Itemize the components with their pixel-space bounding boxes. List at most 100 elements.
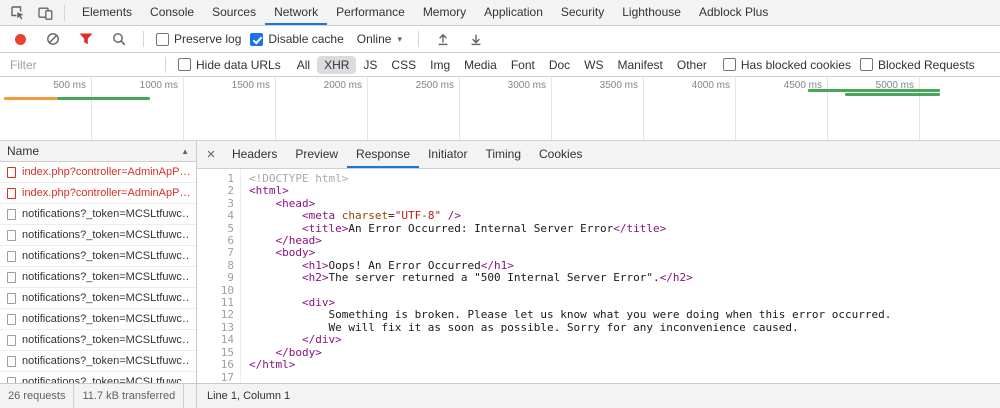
code-line: </div> xyxy=(249,334,1000,346)
code-token: <h2> xyxy=(302,271,329,284)
ruler-tick: 500 ms xyxy=(0,77,92,140)
close-icon[interactable]: × xyxy=(199,141,223,168)
has-blocked-cookies-box[interactable] xyxy=(723,58,736,71)
record-network-log-icon[interactable] xyxy=(8,28,32,50)
tab-lighthouse[interactable]: Lighthouse xyxy=(613,0,690,25)
filter-icon[interactable] xyxy=(74,28,98,50)
preserve-log-label: Preserve log xyxy=(174,32,241,46)
tab-network[interactable]: Network xyxy=(265,0,327,25)
code-line: </head> xyxy=(249,235,1000,247)
request-row[interactable]: index.php?controller=AdminApP… xyxy=(0,162,196,183)
network-overview[interactable]: 500 ms1000 ms1500 ms2000 ms2500 ms3000 m… xyxy=(0,77,1000,141)
code-token xyxy=(249,209,302,222)
line-number: 17 xyxy=(197,372,234,384)
line-number: 16 xyxy=(197,359,234,371)
detail-tab-headers[interactable]: Headers xyxy=(223,141,286,168)
document-icon xyxy=(7,335,16,346)
filter-type-media[interactable]: Media xyxy=(457,56,504,74)
tab-memory[interactable]: Memory xyxy=(414,0,475,25)
name-column-header[interactable]: Name ▲ xyxy=(0,141,196,162)
preserve-log-checkbox[interactable]: Preserve log xyxy=(156,32,241,46)
status-left: 26 requests 11.7 kB transferred xyxy=(0,384,197,408)
inspect-element-icon[interactable] xyxy=(5,2,29,24)
tab-adblock-plus[interactable]: Adblock Plus xyxy=(690,0,777,25)
disable-cache-checkbox[interactable]: Disable cache xyxy=(250,32,343,46)
document-icon xyxy=(7,167,16,178)
request-row[interactable]: notifications?_token=MCSLtfuwc… xyxy=(0,309,196,330)
request-name: notifications?_token=MCSLtfuwc… xyxy=(22,208,189,220)
request-row[interactable]: notifications?_token=MCSLtfuwc… xyxy=(0,330,196,351)
disable-cache-label: Disable cache xyxy=(268,32,343,46)
cursor-position: Line 1, Column 1 xyxy=(197,384,300,408)
filter-type-font[interactable]: Font xyxy=(504,56,542,74)
request-name: notifications?_token=MCSLtfuwc… xyxy=(22,292,189,304)
request-row[interactable]: notifications?_token=MCSLtfuwc… xyxy=(0,288,196,309)
request-row[interactable]: notifications?_token=MCSLtfuwc… xyxy=(0,351,196,372)
request-name: notifications?_token=MCSLtfuwc… xyxy=(22,250,189,262)
code-line xyxy=(249,285,1000,297)
divider xyxy=(143,31,144,47)
filter-type-doc[interactable]: Doc xyxy=(542,56,577,74)
import-har-icon[interactable] xyxy=(431,28,455,50)
response-viewer[interactable]: 1234567891011121314151617 <!DOCTYPE html… xyxy=(197,169,1000,383)
tab-application[interactable]: Application xyxy=(475,0,552,25)
request-row[interactable]: notifications?_token=MCSLtfuwc… xyxy=(0,246,196,267)
tab-elements[interactable]: Elements xyxy=(73,0,141,25)
export-har-icon[interactable] xyxy=(464,28,488,50)
tab-sources[interactable]: Sources xyxy=(203,0,265,25)
request-row[interactable]: notifications?_token=MCSLtfuwc… xyxy=(0,204,196,225)
request-row[interactable]: notifications?_token=MCSLtfuwc… xyxy=(0,225,196,246)
detail-tab-preview[interactable]: Preview xyxy=(286,141,347,168)
disable-cache-box[interactable] xyxy=(250,33,263,46)
filter-type-css[interactable]: CSS xyxy=(384,56,423,74)
throttling-select[interactable]: Online ▾ xyxy=(353,30,406,48)
detail-tab-cookies[interactable]: Cookies xyxy=(530,141,591,168)
request-row[interactable]: notifications?_token=MCSLtfuwc… xyxy=(0,267,196,288)
ruler-tick: 4500 ms xyxy=(736,77,828,140)
code-token: charset xyxy=(342,209,388,222)
hide-data-urls-checkbox[interactable]: Hide data URLs xyxy=(178,58,281,72)
blocked-requests-checkbox[interactable]: Blocked Requests xyxy=(860,58,975,72)
code-token: = xyxy=(388,209,395,222)
filter-type-manifest[interactable]: Manifest xyxy=(611,56,670,74)
clear-network-log-icon[interactable] xyxy=(41,28,65,50)
filter-type-img[interactable]: Img xyxy=(423,56,457,74)
search-icon[interactable] xyxy=(107,28,131,50)
preserve-log-box[interactable] xyxy=(156,33,169,46)
has-blocked-cookies-checkbox[interactable]: Has blocked cookies xyxy=(723,58,851,72)
detail-tab-timing[interactable]: Timing xyxy=(476,141,530,168)
request-row[interactable]: index.php?controller=AdminApP… xyxy=(0,183,196,204)
filter-type-all[interactable]: All xyxy=(290,56,317,74)
code-line: </body> xyxy=(249,347,1000,359)
code-token: /> xyxy=(448,209,461,222)
filter-type-xhr[interactable]: XHR xyxy=(317,56,356,74)
divider xyxy=(165,57,166,73)
code-token: <h1> xyxy=(302,259,329,272)
filter-input[interactable] xyxy=(8,57,153,73)
code-token: </head> xyxy=(276,234,322,247)
filter-type-js[interactable]: JS xyxy=(356,56,384,74)
detail-tab-response[interactable]: Response xyxy=(347,141,419,168)
code-token: </h2> xyxy=(660,271,693,284)
code-token: <body> xyxy=(276,246,316,259)
device-toolbar-icon[interactable] xyxy=(33,2,57,24)
tab-performance[interactable]: Performance xyxy=(327,0,414,25)
request-row[interactable]: notifications?_token=MCSLtfuwc… xyxy=(0,372,196,383)
hide-data-urls-label: Hide data URLs xyxy=(196,58,281,72)
document-icon xyxy=(7,251,16,262)
tab-security[interactable]: Security xyxy=(552,0,613,25)
divider xyxy=(64,5,65,21)
code-line xyxy=(249,372,1000,384)
network-filter-bar: Hide data URLs AllXHRJSCSSImgMediaFontDo… xyxy=(0,53,1000,77)
hide-data-urls-box[interactable] xyxy=(178,58,191,71)
detail-tab-initiator[interactable]: Initiator xyxy=(419,141,476,168)
filter-type-other[interactable]: Other xyxy=(670,56,714,74)
tab-console[interactable]: Console xyxy=(141,0,203,25)
blocked-requests-box[interactable] xyxy=(860,58,873,71)
filter-type-ws[interactable]: WS xyxy=(577,56,610,74)
chevron-down-icon: ▾ xyxy=(397,34,402,45)
code-token: An Error Occurred: Internal Server Error xyxy=(348,222,613,235)
document-icon xyxy=(7,272,16,283)
document-icon xyxy=(7,188,16,199)
request-name: notifications?_token=MCSLtfuwc… xyxy=(22,355,189,367)
